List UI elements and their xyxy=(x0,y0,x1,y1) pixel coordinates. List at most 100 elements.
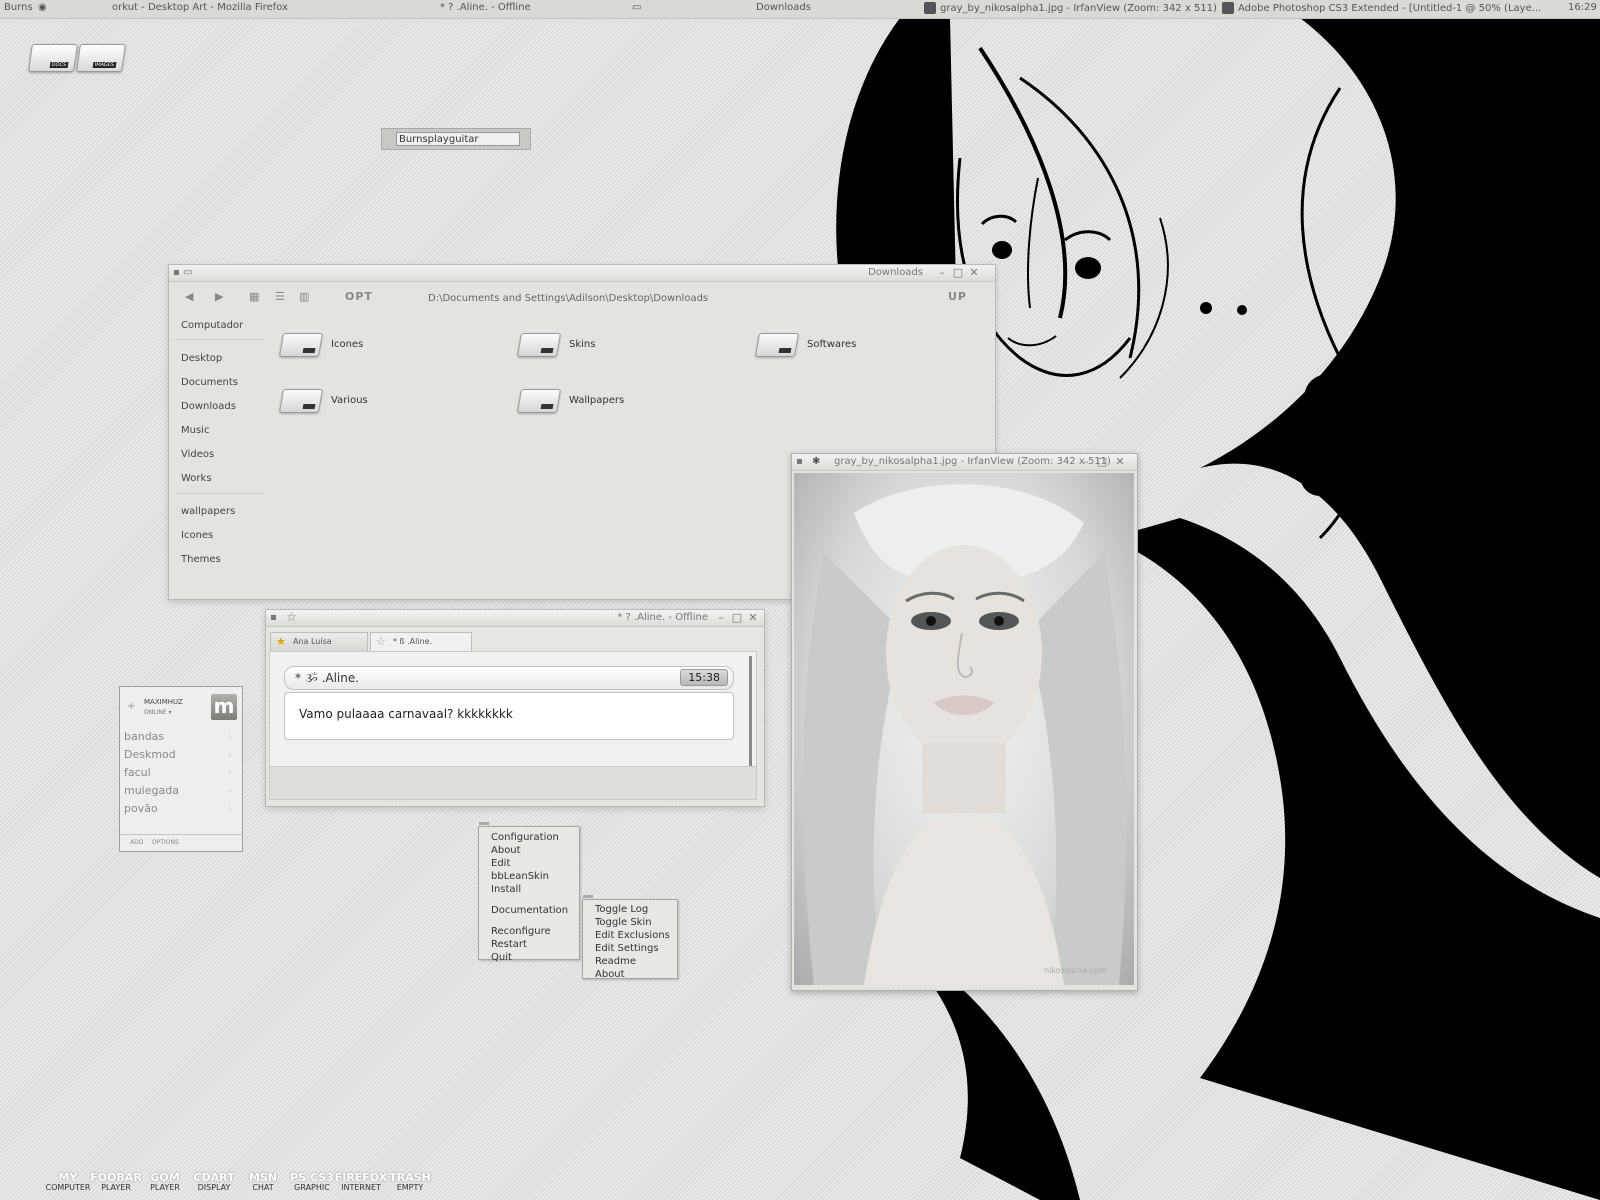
star-icon: ★ xyxy=(276,635,286,648)
opt-button[interactable]: OPT xyxy=(345,290,373,303)
task-downloads[interactable]: Downloads xyxy=(756,2,811,13)
sidebar-item-wallpapers[interactable]: wallpapers xyxy=(181,506,235,517)
minimize-icon[interactable]: – xyxy=(714,611,728,624)
folder-item[interactable]: Skins xyxy=(516,331,739,361)
list-view-icon[interactable]: ☰ xyxy=(275,290,285,303)
menu-item-toggle-log[interactable]: Toggle Log xyxy=(595,904,648,915)
menu-item-edit-exclusions[interactable]: Edit Exclusions xyxy=(595,930,670,941)
menu-item-bbleanskin[interactable]: bbLeanSkin xyxy=(491,871,549,882)
add-contact-button[interactable]: ADD xyxy=(130,839,143,846)
contact-group[interactable]: povão › xyxy=(122,801,236,818)
up-button[interactable]: UP xyxy=(948,290,967,303)
chat-tab-aline[interactable]: ☆ * ß .Aline. xyxy=(370,632,472,651)
chevron-right-icon: › xyxy=(227,766,232,779)
contact-group-label: muiegada xyxy=(124,784,179,797)
task-chat[interactable]: * ? .Aline. - Offline xyxy=(440,2,531,13)
columns-view-icon[interactable]: ▥ xyxy=(299,290,309,303)
folder-item[interactable]: Icones xyxy=(278,331,501,361)
chat-titlebar[interactable]: ▪ ☆ * ? .Aline. - Offline – □ ✕ xyxy=(266,610,764,627)
close-icon[interactable]: ✕ xyxy=(746,611,760,624)
options-button[interactable]: OPTIONS xyxy=(152,839,179,846)
menu-item-edit[interactable]: Edit xyxy=(491,858,510,869)
menu-item-about[interactable]: About xyxy=(595,969,625,980)
close-icon[interactable]: ✕ xyxy=(1113,455,1127,468)
portrait-photo: nikosalpha.com xyxy=(794,473,1134,985)
desktop-drive-docs[interactable]: DOCS xyxy=(28,44,78,72)
chat-tab-ana[interactable]: ★ Ana Luísa xyxy=(270,632,368,651)
menu-item-restart[interactable]: Restart xyxy=(491,939,527,950)
folder-item[interactable]: Softwares xyxy=(754,331,977,361)
maximize-icon[interactable]: □ xyxy=(1095,455,1109,468)
menu-item-install[interactable]: Install xyxy=(491,884,521,895)
dock-trash[interactable]: TRASH EMPTY xyxy=(380,1172,440,1192)
task-photoshop[interactable]: Adobe Photoshop CS3 Extended - [Untitled… xyxy=(1222,2,1541,14)
back-button[interactable]: ◀ xyxy=(185,290,193,303)
message-bubble: Vamo pulaaaa carnavaal? kkkkkkkk xyxy=(284,692,734,740)
path-bar[interactable]: D:\Documents and Settings\Adilson\Deskto… xyxy=(428,293,708,304)
sidebar-item-works[interactable]: Works xyxy=(181,473,212,484)
contact-group[interactable]: Deskmod › xyxy=(122,747,236,764)
chevron-right-icon: › xyxy=(227,784,232,797)
folder-label: Wallpapers xyxy=(569,395,625,406)
folder-item[interactable]: Various xyxy=(278,387,501,417)
menu-item-configuration[interactable]: Configuration xyxy=(491,832,559,843)
sidebar-item-downloads[interactable]: Downloads xyxy=(181,401,236,412)
globe-icon[interactable]: ◉ xyxy=(38,2,47,13)
photoshop-icon xyxy=(1222,2,1234,14)
chat-window: ▪ ☆ * ? .Aline. - Offline – □ ✕ ★ Ana Lu… xyxy=(265,609,765,807)
menu-item-documentation[interactable]: Documentation xyxy=(491,905,568,916)
drive-label-docs: DOCS xyxy=(49,62,69,68)
scrollbar[interactable] xyxy=(749,656,752,774)
sidebar-item-videos[interactable]: Videos xyxy=(181,449,214,460)
menu-item-quit[interactable]: Quit xyxy=(491,952,512,963)
menu-item-about[interactable]: About xyxy=(491,845,521,856)
desktop-drive-images[interactable]: IMAGES xyxy=(76,44,126,72)
bbleanskin-submenu: Toggle Log Toggle Skin Edit Exclusions E… xyxy=(582,895,678,980)
username-input[interactable] xyxy=(396,132,520,146)
menu-item-reconfigure[interactable]: Reconfigure xyxy=(491,926,551,937)
contact-group[interactable]: muiegada › xyxy=(122,783,236,800)
task-irfanview[interactable]: gray_by_nikosalpha1.jpg - IrfanView (Zoo… xyxy=(924,2,1217,14)
folder-label: Softwares xyxy=(807,339,857,350)
message-history[interactable]: * ૐ .Aline. 15:38 Vamo pulaaaa carnavaal… xyxy=(269,651,757,777)
star-icon: ☆ xyxy=(376,635,386,648)
window-menu-icon[interactable]: ▪ ▭ xyxy=(173,267,192,278)
chat-input[interactable] xyxy=(269,766,757,800)
add-icon[interactable]: + xyxy=(127,701,135,712)
explorer-titlebar[interactable]: ▪ ▭ Downloads – □ ✕ xyxy=(169,265,995,282)
message-text: Vamo pulaaaa carnavaal? kkkkkkkk xyxy=(299,707,513,721)
window-menu-icon[interactable]: ▪ xyxy=(270,612,277,623)
folder-label: Skins xyxy=(569,339,596,350)
sidebar-item-music[interactable]: Music xyxy=(181,425,209,436)
portrait-image: nikosalpha.com xyxy=(803,484,1127,985)
icons-view-icon[interactable]: ▦ xyxy=(249,290,259,303)
sidebar-item-desktop[interactable]: Desktop xyxy=(181,353,222,364)
msn-nickname: MAXIMHUZ xyxy=(144,698,183,706)
window-menu-icon[interactable]: ▪ xyxy=(796,456,803,467)
msn-logo-icon: m xyxy=(211,694,237,720)
menu-item-toggle-skin[interactable]: Toggle Skin xyxy=(595,917,652,928)
sidebar-item-documents[interactable]: Documents xyxy=(181,377,238,388)
folder-item[interactable]: Wallpapers xyxy=(516,387,739,417)
forward-button[interactable]: ▶ xyxy=(215,290,223,303)
task-firefox[interactable]: orkut - Desktop Art - Mozilla Firefox xyxy=(112,2,288,13)
close-icon[interactable]: ✕ xyxy=(967,266,981,279)
chat-tab-label: Ana Luísa xyxy=(293,637,332,646)
sidebar-item-computador[interactable]: Computador xyxy=(181,320,243,331)
minimize-icon[interactable]: – xyxy=(1079,455,1093,468)
contact-group[interactable]: facul › xyxy=(122,765,236,782)
dock-label-bottom: EMPTY xyxy=(396,1183,424,1192)
menu-grip xyxy=(479,822,489,825)
irfanview-titlebar[interactable]: ▪ ✱ gray_by_nikosalpha1.jpg - IrfanView … xyxy=(792,454,1137,471)
folder-icon: ▭ xyxy=(632,2,642,13)
menu-item-readme[interactable]: Readme xyxy=(595,956,636,967)
menu-item-edit-settings[interactable]: Edit Settings xyxy=(595,943,659,954)
maximize-icon[interactable]: □ xyxy=(951,266,965,279)
sidebar-item-icones[interactable]: Icones xyxy=(181,530,213,541)
msn-status[interactable]: ONLINE ▾ xyxy=(144,709,172,716)
minimize-icon[interactable]: – xyxy=(935,266,949,279)
contact-group[interactable]: bandas › xyxy=(122,729,236,746)
sidebar-item-themes[interactable]: Themes xyxy=(181,554,221,565)
contact-group-label: Deskmod xyxy=(124,748,176,761)
maximize-icon[interactable]: □ xyxy=(730,611,744,624)
